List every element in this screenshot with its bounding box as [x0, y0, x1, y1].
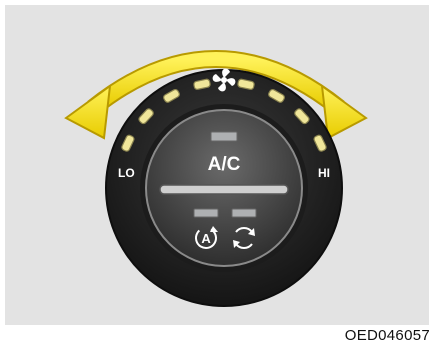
fan-speed-hi-label: HI [318, 166, 330, 180]
arrow-left-head [64, 83, 112, 140]
ac-button-label: A/C [208, 154, 241, 175]
auto-indicator-light [193, 208, 219, 218]
fan-speed-lo-label: LO [118, 166, 135, 180]
button-divider [159, 184, 289, 195]
climate-control-knob: LO HI A/C A [64, 50, 368, 307]
image-reference-code: OED046057 [344, 327, 430, 344]
recirculation-indicator-light [231, 208, 257, 218]
arrow-right-head [320, 83, 368, 140]
svg-text:A: A [201, 231, 211, 246]
ac-indicator-light [210, 131, 238, 142]
